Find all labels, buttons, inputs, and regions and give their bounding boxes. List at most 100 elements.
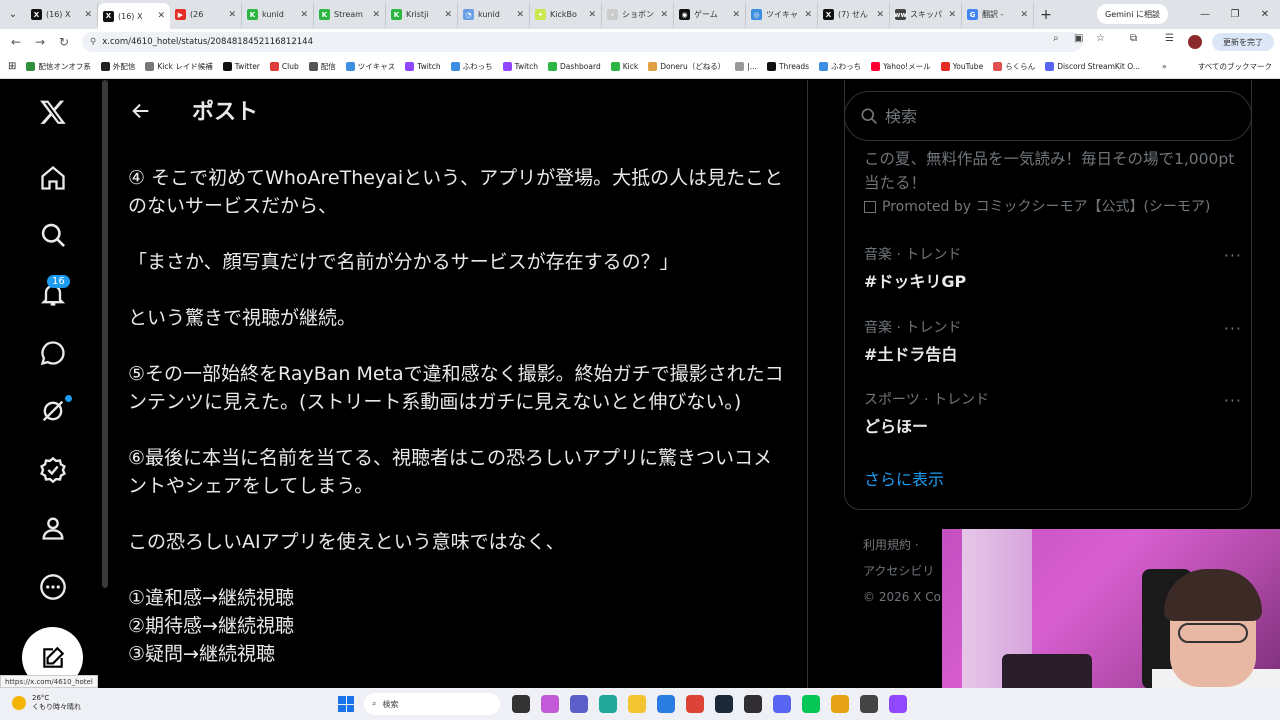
- edge-icon[interactable]: [599, 695, 617, 713]
- site-info-icon[interactable]: ⚲: [90, 37, 96, 47]
- browser-tab[interactable]: X (16) X ✕: [98, 3, 170, 29]
- bookmark-item[interactable]: |...: [735, 62, 757, 71]
- browser-tab[interactable]: X (16) X ✕: [26, 2, 98, 27]
- bookmark-item[interactable]: Kick レイド候補: [145, 61, 213, 72]
- reading-list-icon[interactable]: ☰: [1165, 33, 1174, 44]
- browser-tab[interactable]: ◔ kunid ✕: [458, 2, 530, 27]
- browser-tab[interactable]: ✦ KickBo ✕: [530, 2, 602, 27]
- profile-avatar[interactable]: [1188, 35, 1202, 49]
- search-input[interactable]: [885, 106, 1225, 126]
- trend-more-icon[interactable]: ···: [1224, 391, 1242, 410]
- tab-close-icon[interactable]: ✕: [588, 10, 596, 20]
- trend-item[interactable]: 音楽 · トレンド #ドッキリGP ···: [864, 244, 1244, 292]
- accessibility-link[interactable]: アクセシビリ: [863, 558, 946, 584]
- tab-close-icon[interactable]: ✕: [228, 10, 236, 20]
- tab-close-icon[interactable]: ✕: [804, 10, 812, 20]
- close-window-icon[interactable]: ✕: [1250, 0, 1280, 29]
- tab-close-icon[interactable]: ✕: [876, 10, 884, 20]
- tab-close-icon[interactable]: ✕: [732, 10, 740, 20]
- bookmark-item[interactable]: 配信: [308, 61, 336, 72]
- bookmark-item[interactable]: 外配信: [100, 61, 135, 72]
- tab-close-icon[interactable]: ✕: [1020, 10, 1028, 20]
- app-icon[interactable]: [831, 695, 849, 713]
- tab-close-icon[interactable]: ✕: [444, 10, 452, 20]
- task-view-icon[interactable]: [512, 695, 530, 713]
- start-button[interactable]: [338, 696, 354, 712]
- apps-grid-icon[interactable]: ⊞: [8, 61, 16, 72]
- discord-icon[interactable]: [773, 695, 791, 713]
- restore-icon[interactable]: ❐: [1220, 0, 1250, 29]
- bookmark-item[interactable]: らくらん: [993, 61, 1035, 72]
- bookmarks-overflow-icon[interactable]: »: [1162, 62, 1167, 71]
- bookmark-item[interactable]: Yahoo!メール: [871, 61, 931, 72]
- bookmark-item[interactable]: Kick: [610, 62, 638, 71]
- forward-icon[interactable]: →: [28, 35, 52, 49]
- url-field[interactable]: ⚲ x.com/4610_hotel/status/20848184521168…: [82, 32, 1082, 52]
- minimize-icon[interactable]: —: [1190, 0, 1220, 29]
- new-tab-button[interactable]: +: [1034, 7, 1058, 23]
- browser-tab[interactable]: ▶ (26 ✕: [170, 2, 242, 27]
- chrome-icon[interactable]: [686, 695, 704, 713]
- bookmark-item[interactable]: Twitch: [502, 62, 538, 71]
- app-icon-2[interactable]: [860, 695, 878, 713]
- cast-icon[interactable]: ▣: [1074, 33, 1083, 44]
- tab-close-icon[interactable]: ✕: [516, 10, 524, 20]
- store-icon[interactable]: [657, 695, 675, 713]
- app-icon-3[interactable]: [889, 695, 907, 713]
- tab-close-icon[interactable]: ✕: [948, 10, 956, 20]
- tab-close-icon[interactable]: ✕: [157, 11, 165, 21]
- grok-chat-icon[interactable]: [30, 330, 76, 376]
- steam-icon[interactable]: [715, 695, 733, 713]
- browser-tab[interactable]: Kkunid ✕: [242, 2, 314, 27]
- copilot-icon[interactable]: [541, 695, 559, 713]
- bookmark-item[interactable]: Doneru（どねる）: [648, 61, 725, 72]
- obs-icon[interactable]: [744, 695, 762, 713]
- bookmark-item[interactable]: Twitch: [405, 62, 441, 71]
- bookmark-item[interactable]: ふわっち: [819, 61, 861, 72]
- bookmark-item[interactable]: YouTube: [940, 62, 983, 71]
- browser-tab[interactable]: ◎ ツイキャ ✕: [746, 2, 818, 27]
- bookmark-item[interactable]: Threads: [766, 62, 809, 71]
- trend-more-icon[interactable]: ···: [1224, 246, 1242, 265]
- promoted-trend[interactable]: この夏、無料作品を一気読み！毎日その場で1,000pt当たる！ Promoted…: [864, 147, 1244, 219]
- zoom-icon[interactable]: ⌕: [1053, 33, 1059, 44]
- browser-tab[interactable]: ww スキッパ ✕: [890, 2, 962, 27]
- browser-tab[interactable]: G 翻訳 - ✕: [962, 2, 1034, 27]
- browser-tab[interactable]: ・ショボン ✕: [602, 2, 674, 27]
- tab-close-icon[interactable]: ✕: [372, 10, 380, 20]
- extensions-icon[interactable]: ⧉: [1130, 33, 1137, 44]
- weather-widget[interactable]: 26°C くもり時々晴れ: [12, 694, 81, 712]
- more-icon[interactable]: [30, 564, 76, 610]
- tab-close-icon[interactable]: ✕: [660, 10, 668, 20]
- browser-tab[interactable]: K Kristji ✕: [386, 2, 458, 27]
- bookmark-item[interactable]: ツイキャス: [345, 61, 395, 72]
- page-scrollbar[interactable]: [102, 80, 108, 588]
- teams-icon[interactable]: [570, 695, 588, 713]
- trend-item[interactable]: 音楽 · トレンド #土ドラ告白 ···: [864, 317, 1244, 365]
- browser-tab[interactable]: X (7) せん ✕: [818, 2, 890, 27]
- x-logo-icon[interactable]: [30, 89, 76, 135]
- tab-close-icon[interactable]: ✕: [84, 10, 92, 20]
- profile-icon[interactable]: [30, 505, 76, 551]
- browser-tab[interactable]: K Stream ✕: [314, 2, 386, 27]
- line-icon[interactable]: [802, 695, 820, 713]
- trend-item[interactable]: スポーツ · トレンド どらほー ···: [864, 389, 1244, 437]
- terms-link[interactable]: 利用規約 ·: [863, 532, 946, 558]
- browser-tab[interactable]: ◉ ゲーム ✕: [674, 2, 746, 27]
- show-more-link[interactable]: さらに表示: [864, 466, 944, 490]
- file-explorer-icon[interactable]: [628, 695, 646, 713]
- home-icon[interactable]: [30, 155, 76, 201]
- taskbar-search[interactable]: ⌕ 検索: [364, 693, 500, 715]
- bookmark-item[interactable]: Twitter: [222, 62, 260, 71]
- explore-icon[interactable]: [30, 212, 76, 258]
- all-bookmarks[interactable]: すべてのブックマーク: [1198, 61, 1272, 72]
- tab-close-icon[interactable]: ✕: [300, 10, 308, 20]
- update-button[interactable]: 更新を完了: [1212, 33, 1274, 51]
- verified-icon[interactable]: [30, 447, 76, 493]
- bookmark-item[interactable]: Discord StreamKit O...: [1045, 62, 1140, 71]
- bookmark-item[interactable]: Dashboard: [548, 62, 601, 71]
- back-arrow-icon[interactable]: [130, 100, 152, 122]
- trend-more-icon[interactable]: ···: [1224, 319, 1242, 338]
- bookmark-item[interactable]: 配信オンオフ系: [26, 61, 91, 72]
- bookmark-star-icon[interactable]: ☆: [1096, 33, 1105, 44]
